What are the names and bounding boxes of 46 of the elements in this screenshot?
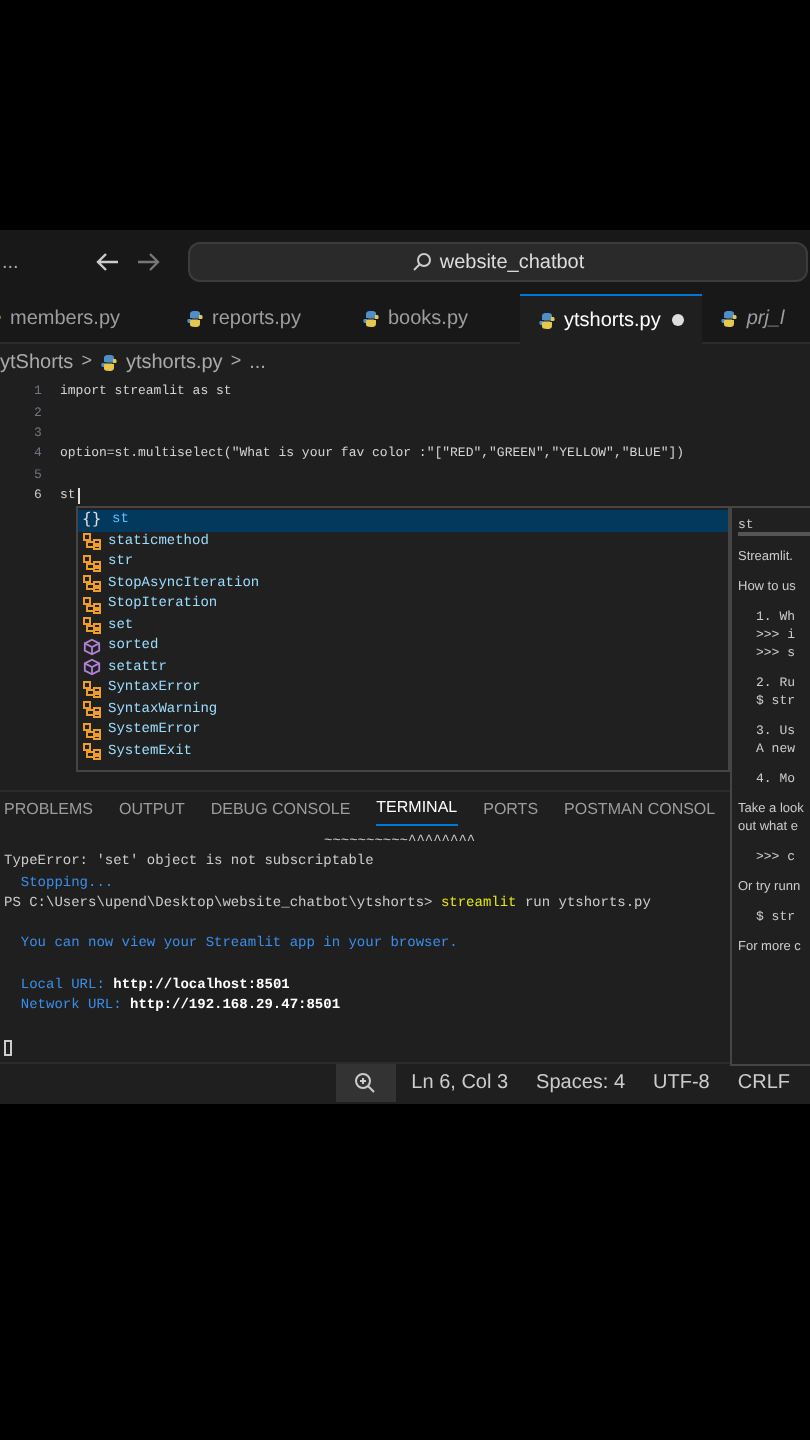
class-icon [82,721,102,740]
class-icon [82,700,102,719]
menu-dots[interactable]: ... [0,247,60,277]
python-file-icon [362,310,380,328]
editor-tab[interactable]: reports.py [168,294,344,344]
python-file-icon [538,311,556,329]
status-item[interactable]: Spaces: 4 [536,1067,626,1097]
module-icon: {} [82,512,106,529]
panel-tab[interactable]: PROBLEMS [4,793,93,825]
status-item[interactable]: Ln 6, Col 3 [411,1067,509,1097]
class-icon [82,679,102,698]
panel-tab[interactable]: PORTS [483,793,539,825]
editor-tab[interactable]: members.py [0,294,168,344]
breadcrumb-separator: > [230,348,242,375]
forward-arrow-icon[interactable] [136,252,160,272]
status-item[interactable]: UTF-8 [653,1067,710,1097]
editor-tab[interactable]: prj_l [702,294,810,344]
breadcrumb-file[interactable]: ytshorts.py [125,347,223,377]
class-icon [82,616,102,635]
zoom-status-button[interactable] [335,1063,396,1101]
terminal-cursor [4,1039,12,1056]
breadcrumb-symbol[interactable]: ... [249,347,266,377]
breadcrumb-folder[interactable]: ytShorts [0,347,74,377]
class-icon [82,574,102,593]
editor-tab[interactable]: books.py [344,294,520,344]
breadcrumb-separator: > [81,348,92,375]
python-file-icon [99,353,118,371]
editor-tab[interactable]: ytshorts.py [520,294,703,344]
panel-tab[interactable]: POSTMAN CONSOL [564,793,716,825]
python-file-icon [720,310,739,328]
zoom-icon [354,1071,377,1093]
cube-icon [82,637,102,656]
cube-icon [82,658,102,677]
class-icon [82,532,102,551]
panel-tab[interactable]: DEBUG CONSOLE [210,793,351,825]
class-icon [82,742,102,761]
status-item[interactable]: CRLF [737,1067,790,1097]
search-icon [411,252,432,272]
back-arrow-icon[interactable] [96,252,120,272]
search-text: website_chatbot [439,249,585,277]
panel-tab[interactable]: OUTPUT [118,793,185,825]
search-field[interactable]: website_chatbot [188,242,808,282]
panel-tab[interactable]: TERMINAL [376,793,458,825]
class-icon [82,595,102,614]
python-file-icon [186,310,204,328]
class-icon [82,553,102,572]
